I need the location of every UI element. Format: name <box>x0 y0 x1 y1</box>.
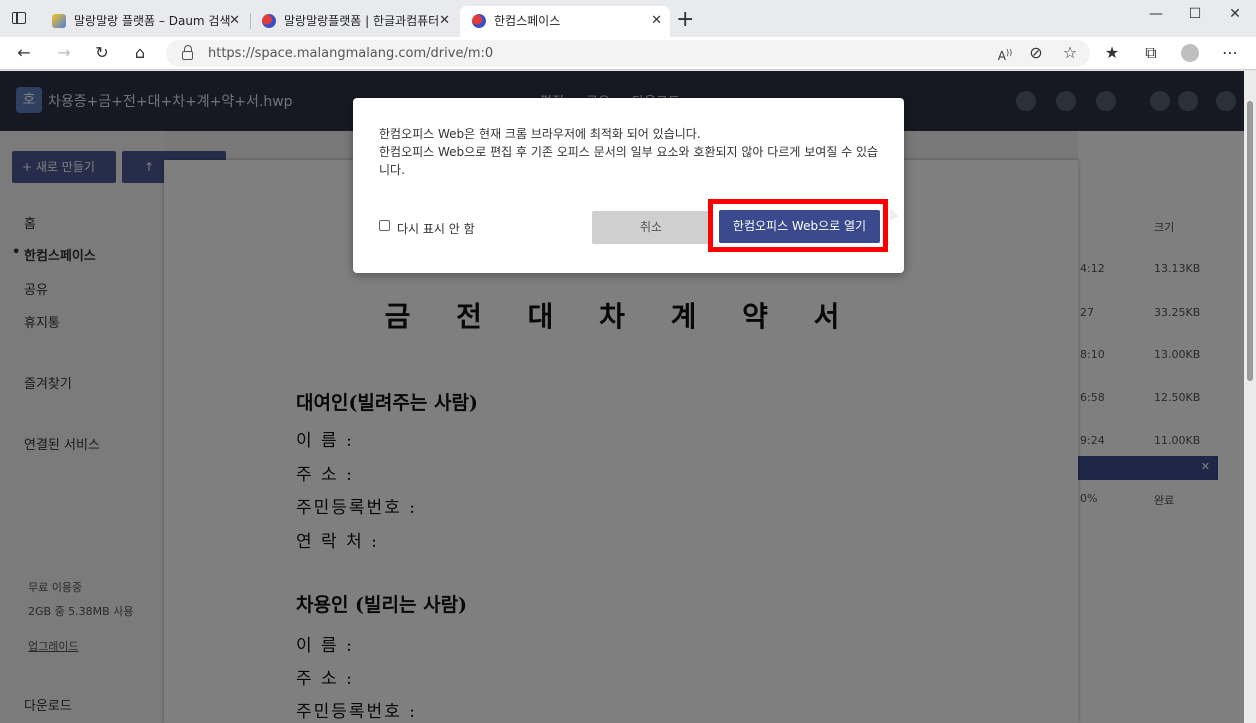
tab-label: 말랑말랑 플랫폼 – Daum 검색 <box>74 14 231 28</box>
dialog-message: 한컴오피스 Web은 현재 크롬 브라우저에 최적화 되어 있습니다. 한컴오피… <box>379 125 879 179</box>
back-icon[interactable]: ← <box>12 41 36 65</box>
collections-icon[interactable]: ⧉ <box>1139 41 1163 65</box>
forward-icon[interactable]: → <box>52 41 76 65</box>
tab-hancom-space[interactable]: 한컴스페이스 ✕ <box>460 6 670 37</box>
favorites-icon[interactable]: ★ <box>1100 41 1124 65</box>
address-bar[interactable]: https://space.malangmalang.com/drive/m:0 <box>166 40 1090 67</box>
browser-tab-bar: 말랑말랑 플랫폼 – Daum 검색 ✕ 말랑말랑플랫폼 | 한글과컴퓨터 ✕ … <box>0 0 1256 37</box>
dialog-line-1: 한컴오피스 Web은 현재 크롬 브라우저에 최적화 되어 있습니다. <box>379 127 701 141</box>
dont-show-checkbox[interactable] <box>379 220 390 231</box>
cancel-button[interactable]: 취소 <box>592 211 710 244</box>
close-tab-icon[interactable]: ✕ <box>651 6 662 36</box>
tab-label: 한컴스페이스 <box>494 14 561 28</box>
page-scrollbar[interactable] <box>1244 71 1256 723</box>
maximize-icon[interactable]: ☐ <box>1183 6 1207 22</box>
tab-label: 말랑말랑플랫폼 | 한글과컴퓨터 <box>284 14 440 28</box>
add-favorite-icon[interactable]: ☆ <box>1058 41 1082 65</box>
tab-hancom[interactable]: 말랑말랑플랫폼 | 한글과컴퓨터 ✕ <box>250 6 458 37</box>
home-icon[interactable]: ⌂ <box>128 41 152 65</box>
url-text: https://space.malangmalang.com/drive/m:0 <box>208 46 494 61</box>
read-aloud-icon[interactable]: A)) <box>993 41 1017 65</box>
profile-icon[interactable] <box>1178 41 1202 65</box>
tracking-prevention-icon[interactable]: ⊘ <box>1024 41 1048 65</box>
dialog-line-2: 한컴오피스 Web으로 편집 후 기존 오피스 문서의 일부 요소와 호환되지 … <box>379 145 879 177</box>
reload-icon[interactable]: ↻ <box>90 41 114 65</box>
settings-more-icon[interactable]: ⋯ <box>1218 41 1242 65</box>
close-tab-icon[interactable]: ✕ <box>229 6 240 36</box>
browser-nav-bar: ← → ↻ ⌂ https://space.malangmalang.com/d… <box>0 37 1256 70</box>
dont-show-label[interactable]: 다시 표시 안 함 <box>397 220 475 237</box>
lock-icon[interactable] <box>182 45 193 60</box>
scrollbar-thumb[interactable] <box>1247 101 1253 381</box>
browser-compat-dialog: 한컴오피스 Web은 현재 크롬 브라우저에 최적화 되어 있습니다. 한컴오피… <box>353 98 904 273</box>
open-in-web-button[interactable]: 한컴오피스 Web으로 열기 <box>719 210 880 243</box>
hancom-favicon-icon <box>262 14 276 28</box>
hancom-favicon-icon <box>472 14 486 28</box>
close-tab-icon[interactable]: ✕ <box>439 6 450 36</box>
tab-daum-search[interactable]: 말랑말랑 플랫폼 – Daum 검색 ✕ <box>40 6 248 37</box>
daum-favicon-icon <box>52 14 66 28</box>
minimize-icon[interactable]: — <box>1144 6 1168 22</box>
new-tab-button[interactable]: + <box>676 6 694 34</box>
close-window-icon[interactable]: ✕ <box>1223 6 1247 22</box>
tab-actions-icon[interactable] <box>12 12 26 24</box>
